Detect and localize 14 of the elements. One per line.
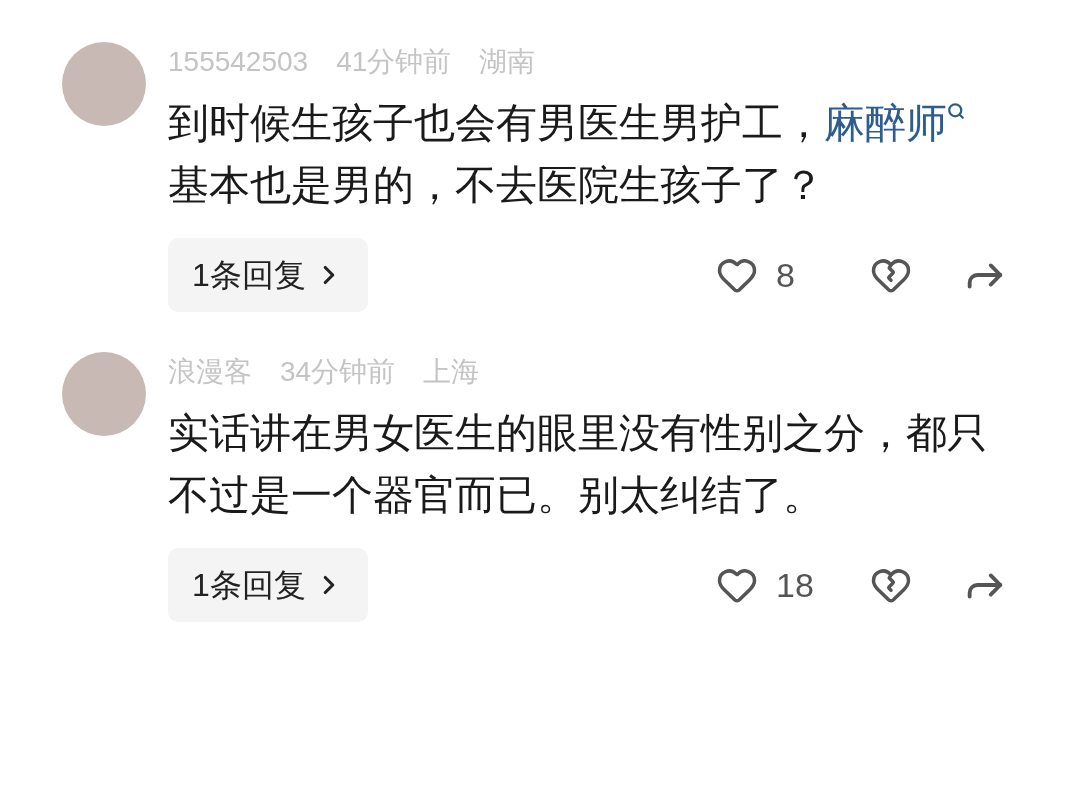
like-count: 18 xyxy=(776,564,815,606)
keyword-link[interactable]: 麻醉师 xyxy=(824,92,971,154)
comment-meta: 上海 xyxy=(423,355,480,389)
comment-meta: 155542503 xyxy=(168,45,309,79)
comment-meta: 浪漫客 xyxy=(168,355,252,389)
comment-text: 到时候生孩子也会有男医生男护工，麻醉师 基本也是男的，不去医院生孩子了？ xyxy=(168,92,988,216)
like-count: 8 xyxy=(776,254,796,296)
comment-meta: 34分钟前 xyxy=(280,355,396,389)
comment-meta: 41分钟前 xyxy=(336,45,452,79)
replies-button[interactable]: 1条回复 xyxy=(168,548,368,622)
comment-text: 实话讲在男女医生的眼里没有性别之分，都只不过是一个器官而已。别太纠结了。 xyxy=(168,409,988,520)
search-icon xyxy=(947,102,965,120)
comment-meta: 湖南 xyxy=(479,45,536,79)
replies-button[interactable]: 1条回复 xyxy=(168,238,368,312)
